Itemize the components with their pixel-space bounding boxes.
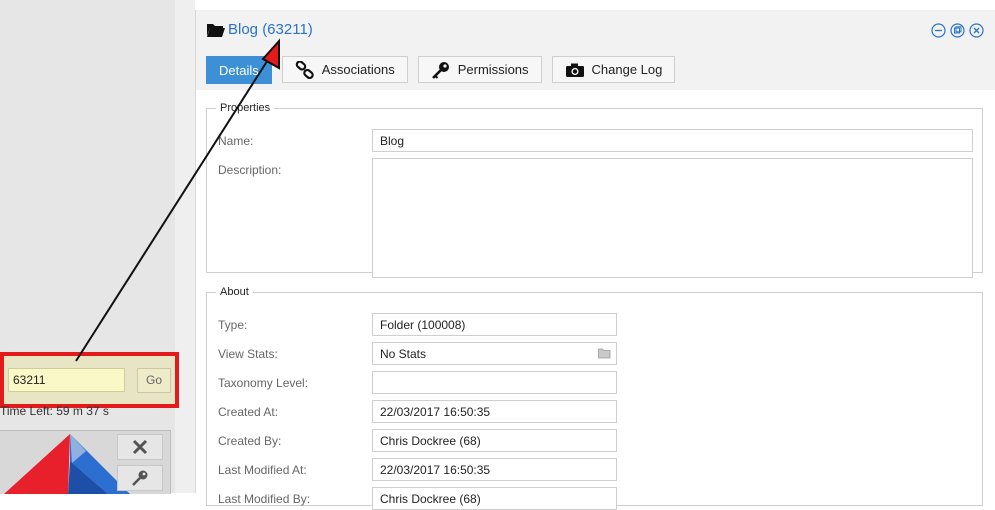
window-controls [931, 23, 984, 38]
tab-details[interactable]: Details [206, 56, 272, 84]
left-gutter [175, 0, 195, 493]
session-time-left: Time Left: 59 m 37 s [0, 404, 109, 418]
dialog-title[interactable]: Blog (63211) [228, 21, 313, 38]
created-at-field: 22/03/2017 16:50:35 [372, 400, 617, 423]
folder-picker-icon[interactable] [598, 348, 611, 362]
key-button[interactable] [117, 465, 163, 491]
camera-icon [565, 62, 585, 78]
key-icon [132, 470, 148, 486]
dialog-title-row: Blog (63211) [206, 21, 313, 38]
minimize-icon[interactable] [931, 23, 946, 38]
folder-icon [206, 22, 226, 38]
created-at-label: Created At: [218, 405, 279, 419]
left-sidebar-background [0, 0, 175, 493]
dialog-tabs: Details Associations Permissions Change … [206, 56, 676, 84]
restore-icon[interactable] [950, 23, 965, 38]
last-modified-at-label: Last Modified At: [218, 463, 307, 477]
key-icon [431, 61, 451, 79]
taxonomy-level-label: Taxonomy Level: [218, 376, 309, 390]
about-legend: About [220, 286, 249, 298]
last-modified-by-field: Chris Dockree (68) [372, 487, 617, 510]
taxonomy-level-field[interactable] [372, 371, 617, 394]
view-stats-field[interactable]: No Stats [372, 342, 617, 365]
tab-associations[interactable]: Associations [281, 56, 408, 83]
name-label: Name: [218, 134, 254, 148]
dialog-header: Blog (63211) Details Associations Permis… [196, 10, 995, 90]
item-id-input[interactable]: 63211 [8, 368, 125, 392]
tab-label: Permissions [457, 62, 529, 77]
view-stats-value: No Stats [380, 347, 427, 361]
properties-legend: Properties [220, 102, 271, 114]
view-stats-label: View Stats: [218, 347, 278, 361]
last-modified-at-field: 22/03/2017 16:50:35 [372, 458, 617, 481]
quick-open-box: 63211 Go [0, 352, 179, 408]
type-field: Folder (100008) [372, 313, 617, 336]
properties-section: Properties Name: Blog Description: [206, 102, 983, 278]
last-modified-by-label: Last Modified By: [218, 492, 311, 506]
link-icon [295, 60, 315, 79]
name-field[interactable]: Blog [372, 129, 973, 152]
close-icon[interactable] [969, 23, 984, 38]
tab-label: Details [219, 62, 259, 78]
item-dialog: Blog (63211) Details Associations Permis… [195, 10, 995, 510]
x-icon [132, 439, 148, 455]
tab-label: Associations [321, 62, 395, 77]
about-section: About Type: Folder (100008) View Stats: … [206, 286, 983, 510]
bottom-left-panel [0, 430, 171, 494]
close-button[interactable] [117, 434, 163, 460]
created-by-field: Chris Dockree (68) [372, 429, 617, 452]
description-label: Description: [218, 163, 282, 177]
tab-change-log[interactable]: Change Log [551, 56, 676, 83]
description-field[interactable] [372, 158, 973, 278]
go-button[interactable]: Go [137, 368, 171, 393]
tab-label: Change Log [591, 62, 663, 77]
type-label: Type: [218, 318, 248, 332]
tab-permissions[interactable]: Permissions [417, 56, 542, 83]
created-by-label: Created By: [218, 434, 282, 448]
